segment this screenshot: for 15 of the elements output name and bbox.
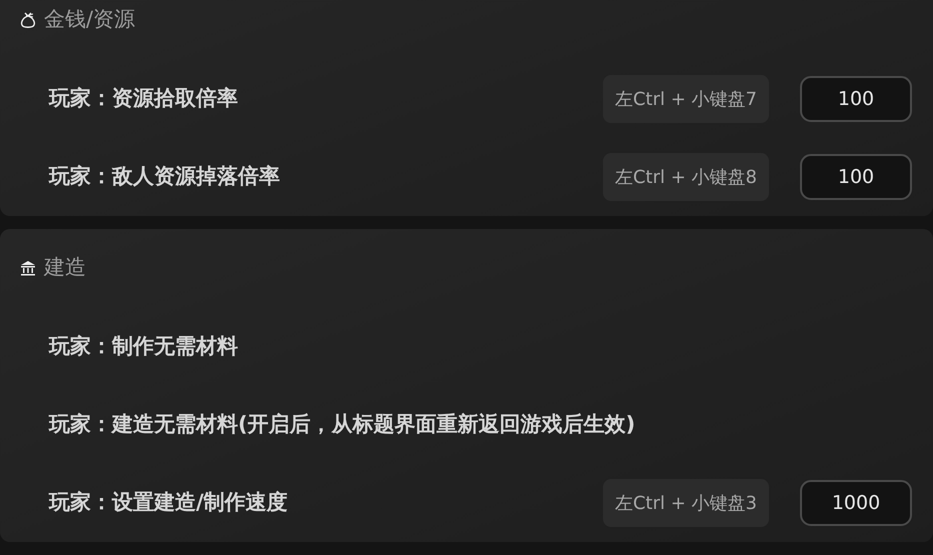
building-icon	[20, 260, 36, 276]
setting-label: 玩家：敌人资源掉落倍率	[49, 163, 280, 190]
money-bag-icon	[20, 11, 36, 29]
setting-label: 玩家：建造无需材料(开启后，从标题界面重新返回游戏后生效)	[49, 411, 636, 438]
value-field[interactable]: 1000	[800, 480, 912, 526]
setting-label: 玩家：设置建造/制作速度	[49, 489, 288, 516]
section-title: 金钱/资源	[44, 6, 136, 34]
value-field[interactable]: 100	[800, 76, 912, 122]
hotkey-chip[interactable]: 左Ctrl + 小键盘7	[602, 75, 769, 123]
hotkey-chip[interactable]: 左Ctrl + 小键盘8	[602, 153, 769, 201]
value-field[interactable]: 100	[800, 154, 912, 200]
hotkey-chip[interactable]: 左Ctrl + 小键盘3	[602, 479, 769, 527]
section-title: 建造	[44, 254, 86, 282]
setting-label: 玩家：制作无需材料	[49, 333, 238, 360]
setting-label: 玩家：资源拾取倍率	[49, 85, 238, 112]
